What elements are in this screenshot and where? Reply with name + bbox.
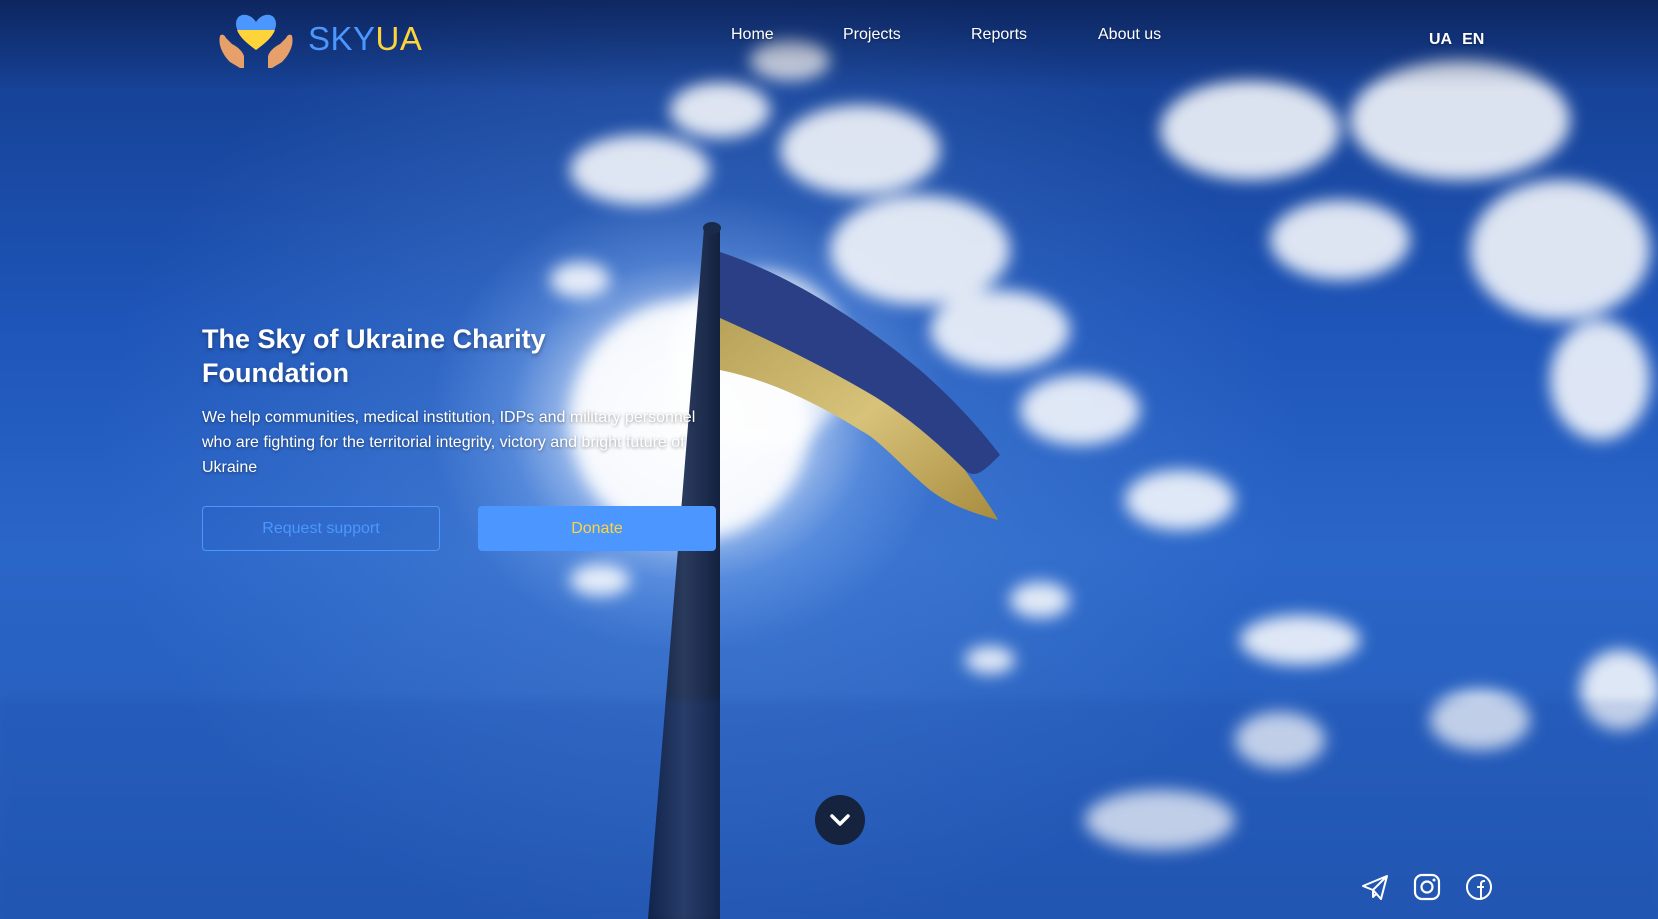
logo[interactable]: SKYUA — [218, 10, 422, 68]
scroll-down-button[interactable] — [815, 795, 865, 845]
telegram-icon — [1362, 875, 1388, 900]
nav-item-reports[interactable]: Reports — [971, 26, 1027, 44]
brand-name-sky: SKY — [308, 20, 376, 57]
chevron-down-icon — [830, 814, 850, 826]
nav-item-about-us[interactable]: About us — [1098, 26, 1161, 44]
instagram-link[interactable] — [1412, 872, 1442, 902]
instagram-icon — [1413, 873, 1441, 901]
nav-item-projects[interactable]: Projects — [843, 26, 901, 44]
language-switcher: UA EN — [1429, 31, 1484, 49]
hero-subtitle: We help communities, medical institution… — [202, 409, 696, 476]
lang-en[interactable]: EN — [1462, 31, 1484, 49]
facebook-icon — [1466, 874, 1492, 900]
request-support-button[interactable]: Request support — [202, 506, 440, 551]
social-links — [1360, 872, 1494, 902]
donate-button[interactable]: Donate — [478, 506, 716, 551]
facebook-link[interactable] — [1464, 872, 1494, 902]
brand-name-ua: UA — [375, 20, 423, 57]
lang-ua[interactable]: UA — [1429, 31, 1452, 49]
heart-hands-icon — [219, 14, 293, 68]
telegram-link[interactable] — [1360, 872, 1390, 902]
nav-item-home[interactable]: Home — [731, 26, 774, 44]
hero-title: The Sky of Ukraine Charity Foundation — [202, 324, 546, 388]
brand-name: SKYUA — [308, 20, 422, 58]
